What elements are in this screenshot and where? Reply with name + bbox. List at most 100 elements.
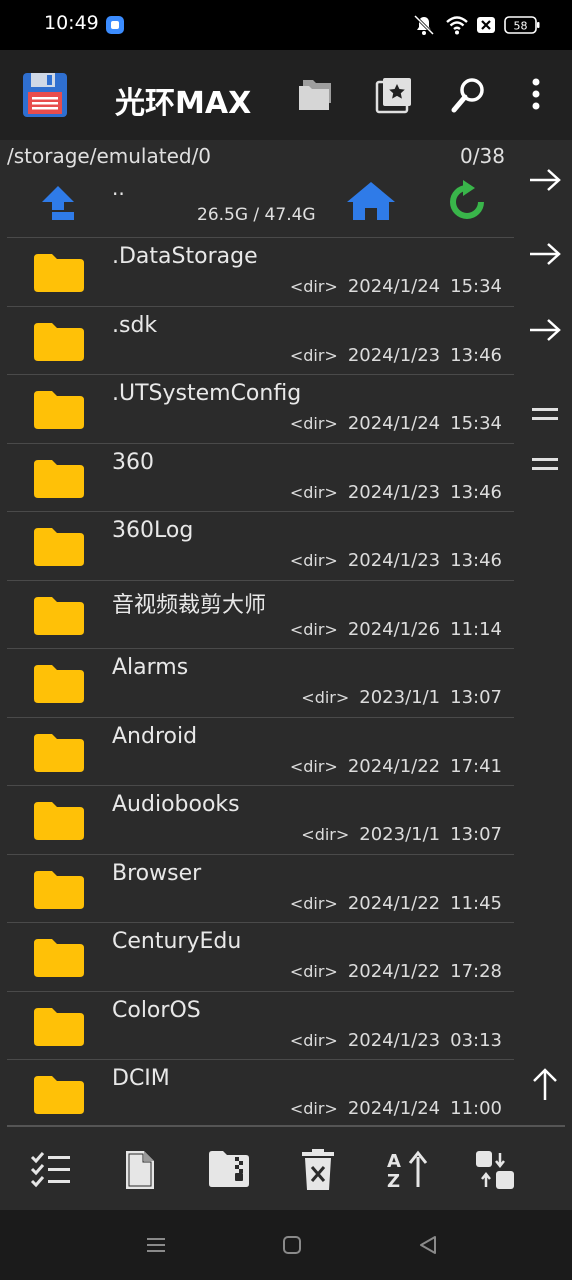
folder-icon xyxy=(34,459,84,498)
sort-az-icon[interactable]: A Z xyxy=(384,1149,430,1191)
save-disk-icon[interactable] xyxy=(22,72,68,118)
status-time: 10:49 xyxy=(44,12,99,34)
parent-directory-label[interactable]: .. xyxy=(112,176,125,200)
file-name: 360Log xyxy=(112,518,194,543)
list-item[interactable]: CenturyEdu <dir> 2024/1/22 17:28 xyxy=(7,922,514,991)
current-path: /storage/emulated/0 xyxy=(7,144,212,168)
file-time: 13:07 xyxy=(450,687,502,708)
list-item[interactable]: 360Log <dir> 2024/1/23 13:46 xyxy=(7,511,514,580)
file-date: 2024/1/23 xyxy=(347,344,441,366)
file-date: 2024/1/24 xyxy=(347,1098,441,1119)
file-meta: <dir> 2024/1/23 13:46 xyxy=(290,345,502,366)
file-date: 2024/1/24 xyxy=(347,413,441,434)
search-icon[interactable] xyxy=(450,76,488,114)
file-date: 2024/1/23 xyxy=(347,550,441,571)
file-type: <dir> xyxy=(289,893,338,913)
drag-handle-icon[interactable] xyxy=(528,402,562,428)
file-name: 音视频裁剪大师 xyxy=(112,592,267,618)
navigation-row: .. 26.5G / 47.4G xyxy=(0,170,520,236)
file-meta: <dir> 2023/1/1 13:07 xyxy=(301,687,502,708)
list-item[interactable]: Audiobooks <dir> 2023/1/1 13:07 xyxy=(7,785,514,854)
file-type: <dir> xyxy=(289,1030,338,1050)
home-icon[interactable] xyxy=(345,180,397,222)
file-name: Browser xyxy=(112,860,202,886)
app-title: 光环MAX xyxy=(115,86,252,121)
folder-icon xyxy=(34,939,84,977)
folder-icon xyxy=(34,391,84,429)
list-item[interactable]: Android <dir> 2024/1/22 17:41 xyxy=(7,716,514,786)
file-time: 13:46 xyxy=(450,481,502,503)
list-item[interactable]: Browser <dir> 2024/1/22 11:45 xyxy=(7,853,514,923)
file-meta: <dir> 2023/1/1 13:07 xyxy=(301,824,502,845)
wifi-icon xyxy=(446,16,468,35)
file-type: <dir> xyxy=(289,962,338,981)
list-item[interactable]: 360 <dir> 2024/1/23 13:46 xyxy=(7,442,514,512)
folder-icon xyxy=(34,665,84,703)
folder-icon xyxy=(34,528,84,566)
new-file-icon[interactable] xyxy=(122,1149,158,1191)
file-time: 13:46 xyxy=(450,344,502,366)
folder-icon xyxy=(34,733,84,772)
arrow-right-icon[interactable] xyxy=(528,316,562,344)
svg-text:Z: Z xyxy=(387,1171,400,1191)
file-type: <dir> xyxy=(289,756,338,776)
file-name: Android xyxy=(112,723,198,749)
folder-icon xyxy=(34,596,84,635)
app-bar: 光环MAX xyxy=(0,50,572,140)
multi-select-icon[interactable] xyxy=(30,1149,72,1189)
parent-folder-up-icon[interactable] xyxy=(40,184,76,222)
recent-apps-icon[interactable] xyxy=(145,1234,167,1256)
file-name: DCIM xyxy=(112,1066,170,1091)
folder-icon xyxy=(34,870,84,909)
file-time: 17:41 xyxy=(450,755,502,777)
file-time: 13:46 xyxy=(450,550,502,571)
list-item[interactable]: ColorOS <dir> 2024/1/23 03:13 xyxy=(7,990,514,1060)
file-date: 2024/1/24 xyxy=(347,276,441,297)
file-name: ColorOS xyxy=(112,997,201,1023)
home-nav-icon[interactable] xyxy=(281,1234,303,1256)
file-type: <dir> xyxy=(289,482,338,502)
file-time: 15:34 xyxy=(450,413,502,434)
file-meta: <dir> 2024/1/24 15:34 xyxy=(290,276,502,297)
file-meta: <dir> 2024/1/23 03:13 xyxy=(290,1030,502,1051)
bottom-toolbar: A Z xyxy=(0,1127,572,1210)
arrow-right-icon[interactable] xyxy=(528,166,562,194)
more-vert-icon[interactable] xyxy=(528,76,544,112)
list-item[interactable]: 音视频裁剪大师 <dir> 2024/1/26 11:14 xyxy=(7,579,514,649)
list-item[interactable]: .UTSystemConfig <dir> 2024/1/24 15:34 xyxy=(7,374,514,443)
file-date: 2023/1/1 xyxy=(359,824,441,845)
bookmarks-star-icon[interactable] xyxy=(375,76,413,114)
list-item[interactable]: .DataStorage <dir> 2024/1/24 15:34 xyxy=(7,237,514,306)
file-meta: <dir> 2024/1/26 11:14 xyxy=(290,619,502,640)
delete-icon[interactable] xyxy=(300,1149,336,1191)
list-item[interactable]: .sdk <dir> 2024/1/23 13:46 xyxy=(7,305,514,375)
folder-icon xyxy=(34,1076,84,1114)
battery-icon: 58 xyxy=(504,16,540,34)
swap-panels-icon[interactable] xyxy=(474,1149,516,1191)
folder-icon xyxy=(34,254,84,292)
file-date: 2023/1/1 xyxy=(359,687,441,708)
file-type: <dir> xyxy=(289,345,338,365)
arrow-right-icon[interactable] xyxy=(528,240,562,268)
file-date: 2024/1/22 xyxy=(347,892,441,914)
battery-level: 58 xyxy=(514,20,528,33)
selection-count: 0/38 xyxy=(460,144,505,168)
folders-icon[interactable] xyxy=(297,76,337,112)
arrow-up-icon[interactable] xyxy=(528,1066,562,1102)
mute-bell-icon xyxy=(413,14,435,36)
file-date: 2024/1/26 xyxy=(347,618,441,640)
file-type: <dir> xyxy=(289,277,338,296)
list-item[interactable]: Alarms <dir> 2023/1/1 13:07 xyxy=(7,648,514,717)
back-nav-icon[interactable] xyxy=(417,1234,439,1256)
file-time: 11:45 xyxy=(450,892,502,914)
refresh-icon[interactable] xyxy=(445,180,489,224)
file-list: .DataStorage <dir> 2024/1/24 15:34 .sdk <d… xyxy=(7,237,514,1128)
file-type: <dir> xyxy=(289,1099,338,1118)
list-item[interactable]: DCIM <dir> 2024/1/24 11:00 xyxy=(7,1059,514,1128)
file-time: 13:07 xyxy=(450,824,502,845)
file-name: Alarms xyxy=(112,655,189,680)
file-meta: <dir> 2024/1/22 17:28 xyxy=(290,961,502,982)
zip-folder-icon[interactable] xyxy=(207,1149,251,1189)
drag-handle-icon[interactable] xyxy=(528,452,562,478)
file-name: 360 xyxy=(112,449,154,475)
